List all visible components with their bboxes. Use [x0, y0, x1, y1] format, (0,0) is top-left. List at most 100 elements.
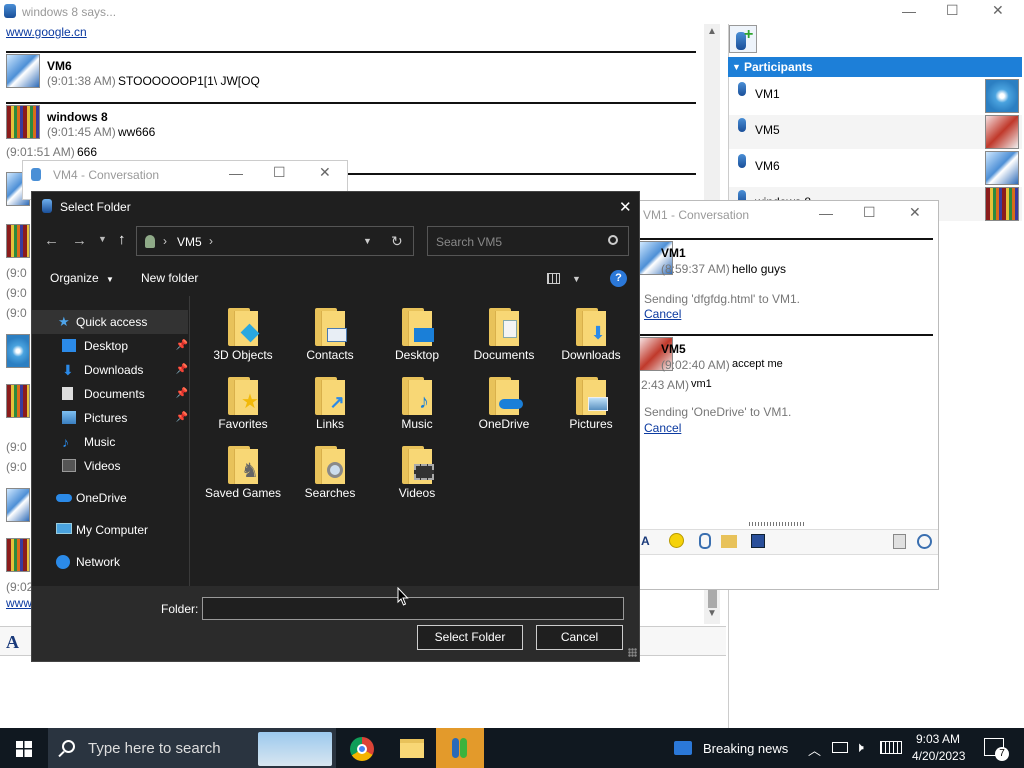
folder-pictures[interactable]: Pictures: [551, 373, 631, 443]
messenger-taskbar-button[interactable]: [436, 728, 484, 768]
save-icon[interactable]: [751, 534, 765, 548]
search-highlight-image: [258, 732, 332, 766]
view-dropdown-icon[interactable]: ▼: [572, 274, 581, 284]
view-options-icon[interactable]: [547, 273, 560, 284]
cancel-transfer-link[interactable]: Cancel: [644, 307, 681, 321]
close-button[interactable]: ✕: [319, 164, 331, 181]
font-format-icon[interactable]: A: [6, 632, 19, 653]
refresh-icon[interactable]: ↻: [391, 233, 403, 250]
avatar: [6, 538, 30, 572]
link-google[interactable]: www.google.cn: [6, 25, 87, 39]
folder-3d-objects[interactable]: 3D Objects: [203, 304, 283, 374]
folder-desktop[interactable]: Desktop: [377, 304, 457, 374]
folder-links[interactable]: ↗ Links: [290, 373, 370, 443]
cancel-button[interactable]: Cancel: [536, 625, 623, 650]
nav-quick-access[interactable]: ★ Quick access: [32, 310, 188, 334]
folder-documents[interactable]: Documents: [464, 304, 544, 374]
participant-row[interactable]: VM1: [729, 79, 1022, 113]
person-icon: [738, 118, 746, 132]
nav-onedrive[interactable]: OneDrive: [32, 486, 188, 510]
folder-favorites[interactable]: ★ Favorites: [203, 373, 283, 443]
network-icon: [56, 555, 70, 569]
pin-icon[interactable]: 📌: [176, 358, 188, 382]
chrome-taskbar-icon[interactable]: [350, 737, 374, 761]
clock-time[interactable]: 9:03 AM: [916, 732, 960, 746]
up-arrow-icon[interactable]: ↑: [118, 231, 126, 248]
participant-row[interactable]: VM6: [729, 151, 1022, 185]
message-time: (9:0: [6, 306, 27, 320]
scroll-thumb[interactable]: [708, 590, 717, 608]
maximize-button[interactable]: ☐: [946, 2, 959, 19]
attach-icon[interactable]: [699, 533, 711, 549]
emoticon-icon[interactable]: [669, 533, 684, 548]
font-icon[interactable]: A: [641, 534, 650, 548]
minimize-button[interactable]: —: [902, 3, 916, 19]
chevron-up-icon[interactable]: ︿: [808, 740, 821, 759]
folder-music[interactable]: ♪ Music: [377, 373, 457, 443]
clipboard-icon[interactable]: [893, 534, 906, 549]
cancel-transfer-link[interactable]: Cancel: [644, 421, 681, 435]
close-button[interactable]: ✕: [909, 204, 921, 221]
address-dropdown-icon[interactable]: ▼: [363, 236, 372, 246]
help-icon[interactable]: ?: [610, 270, 627, 287]
search-icon[interactable]: [608, 235, 618, 245]
folder-onedrive[interactable]: OneDrive: [464, 373, 544, 443]
link-fragment[interactable]: www: [6, 596, 32, 610]
close-button[interactable]: ✕: [992, 2, 1004, 19]
network-tray-icon[interactable]: [832, 742, 848, 753]
news-widget[interactable]: Breaking news: [672, 728, 802, 768]
nav-downloads[interactable]: ⬇ Downloads 📌: [32, 358, 188, 382]
user-folder-icon: [145, 235, 155, 248]
address-segment[interactable]: VM5: [177, 235, 202, 249]
folder-label: Pictures: [569, 417, 613, 431]
nav-desktop[interactable]: Desktop 📌: [32, 334, 188, 358]
resize-grip[interactable]: [628, 648, 637, 657]
select-folder-button[interactable]: Select Folder: [417, 625, 523, 650]
minimize-button[interactable]: —: [819, 205, 833, 221]
back-arrow-icon[interactable]: ←: [44, 232, 59, 249]
message-input[interactable]: [0, 656, 726, 728]
maximize-button[interactable]: ☐: [273, 164, 286, 181]
search-input[interactable]: Search VM5: [427, 226, 629, 256]
file-explorer-taskbar-icon[interactable]: [400, 739, 424, 758]
participant-row[interactable]: VM5: [729, 115, 1022, 149]
folder-send-icon[interactable]: [721, 535, 737, 548]
address-bar[interactable]: › VM5 › ▼ ↻: [136, 226, 414, 256]
folder-icon: [489, 308, 519, 346]
nav-network[interactable]: Network: [32, 550, 188, 574]
scroll-up-icon[interactable]: ▲: [707, 26, 717, 37]
new-folder-button[interactable]: New folder: [141, 271, 198, 285]
clock-date[interactable]: 4/20/2023: [912, 749, 965, 763]
history-icon[interactable]: [917, 534, 932, 549]
folder-downloads[interactable]: ⬇ Downloads: [551, 304, 631, 374]
nav-music[interactable]: ♪ Music: [32, 430, 188, 454]
pin-icon[interactable]: 📌: [176, 382, 188, 406]
pin-icon[interactable]: 📌: [176, 334, 188, 358]
taskbar-search-box[interactable]: Type here to search: [48, 728, 336, 768]
folder-saved-games[interactable]: ♞ Saved Games: [203, 442, 283, 512]
nav-videos[interactable]: Videos: [32, 454, 188, 478]
minimize-button[interactable]: —: [229, 165, 243, 181]
scroll-down-icon[interactable]: ▼: [707, 608, 717, 619]
select-folder-dialog: Select Folder ✕ ← → ▼ ↑ › VM5 › ▼ ↻ Sear…: [31, 191, 640, 662]
add-participant-button[interactable]: +: [729, 25, 757, 53]
participants-header[interactable]: ▼ Participants: [728, 57, 1022, 77]
dialog-close-button[interactable]: ✕: [619, 198, 632, 216]
folder-videos[interactable]: Videos: [377, 442, 457, 512]
recent-locations-icon[interactable]: ▼: [98, 234, 107, 244]
start-button[interactable]: [0, 728, 48, 768]
pin-icon[interactable]: 📌: [176, 406, 188, 430]
forward-arrow-icon[interactable]: →: [72, 232, 87, 249]
organize-button[interactable]: Organize ▼: [50, 271, 114, 285]
folder-contacts[interactable]: Contacts: [290, 304, 370, 374]
volume-icon[interactable]: 🕨: [855, 739, 864, 756]
nav-pictures[interactable]: Pictures 📌: [32, 406, 188, 430]
keyboard-icon[interactable]: [880, 741, 902, 754]
splitter-handle[interactable]: [749, 522, 805, 526]
nav-my-computer[interactable]: My Computer: [32, 518, 188, 542]
folder-searches[interactable]: Searches: [290, 442, 370, 512]
nav-documents[interactable]: Documents 📌: [32, 382, 188, 406]
maximize-button[interactable]: ☐: [863, 204, 876, 221]
message-time: 2:43 AM): [641, 378, 690, 392]
folder-name-input[interactable]: [202, 597, 624, 620]
